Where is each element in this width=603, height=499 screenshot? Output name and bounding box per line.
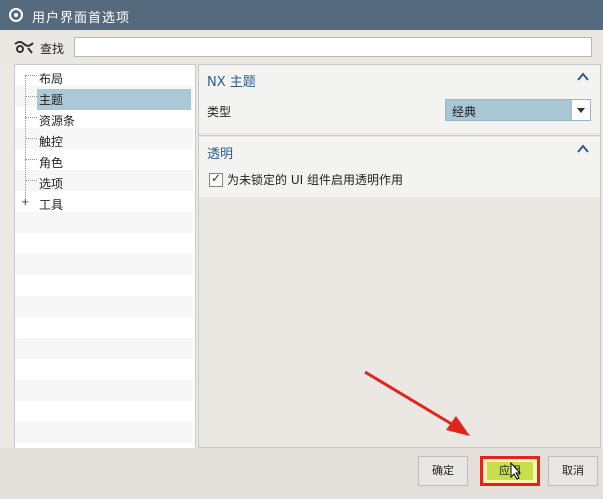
tree-row-bg bbox=[15, 275, 193, 296]
settings-panel: NX 主题 类型 经典 透明 ✓ 为未锁定的 UI 组件启用透明作用 bbox=[198, 64, 601, 448]
search-input[interactable] bbox=[74, 37, 592, 57]
tree-connector bbox=[25, 75, 37, 76]
tree-row-bg bbox=[15, 338, 193, 359]
cancel-button[interactable]: 取消 bbox=[548, 456, 598, 486]
section-divider bbox=[199, 135, 600, 136]
tree-item-theme[interactable]: 主题 bbox=[15, 88, 193, 110]
title-bar: 用户界面首选项 bbox=[0, 0, 603, 30]
ok-button[interactable]: 确定 bbox=[418, 456, 468, 486]
category-tree: 布局 主题 资源条 触控 角色 选项 + 工具 bbox=[14, 64, 196, 450]
tree-row-bg bbox=[15, 359, 193, 380]
chevron-up-icon[interactable] bbox=[576, 71, 590, 83]
tree-connector bbox=[25, 96, 37, 97]
section-body-transparency: ✓ 为未锁定的 UI 组件启用透明作用 bbox=[199, 165, 600, 197]
theme-type-value: 经典 bbox=[452, 105, 477, 119]
tree-item-options[interactable]: 选项 bbox=[15, 172, 193, 193]
tree-row-bg bbox=[15, 254, 193, 275]
tree-item-label: 布局 bbox=[39, 72, 64, 86]
tree-row-bg bbox=[15, 317, 193, 338]
window-title: 用户界面首选项 bbox=[32, 11, 131, 26]
search-icon bbox=[14, 41, 34, 54]
tree-item-label: 选项 bbox=[39, 177, 64, 191]
expand-icon[interactable]: + bbox=[21, 197, 29, 208]
mouse-cursor-icon bbox=[510, 462, 522, 480]
tree-row-bg bbox=[15, 401, 193, 422]
tree-item-layout[interactable]: 布局 bbox=[15, 67, 193, 88]
tree-row-bg bbox=[15, 380, 193, 401]
type-label: 类型 bbox=[207, 105, 232, 119]
theme-type-select[interactable]: 经典 bbox=[445, 99, 591, 121]
tree-item-touch[interactable]: 触控 bbox=[15, 130, 193, 151]
tree-item-label: 资源条 bbox=[39, 114, 76, 128]
tree-item-resource-bar[interactable]: 资源条 bbox=[15, 109, 193, 130]
search-bar: 查找 bbox=[0, 30, 603, 64]
tree-connector bbox=[25, 180, 37, 181]
section-title: NX 主题 bbox=[207, 75, 256, 90]
tree-row-bg bbox=[15, 212, 193, 233]
tree-connector bbox=[25, 117, 37, 118]
dropdown-arrow bbox=[577, 108, 585, 113]
tree-item-label: 主题 bbox=[37, 89, 191, 110]
transparency-checkbox-label: 为未锁定的 UI 组件启用透明作用 bbox=[227, 173, 403, 187]
section-body-nx-theme: 类型 经典 bbox=[199, 93, 600, 133]
section-header-transparency[interactable]: 透明 bbox=[199, 137, 600, 165]
search-label: 查找 bbox=[40, 42, 65, 56]
chevron-down-icon[interactable] bbox=[571, 100, 590, 120]
tree-item-label: 角色 bbox=[39, 156, 64, 170]
tree-row-bg bbox=[15, 233, 193, 254]
transparency-checkbox[interactable]: ✓ bbox=[209, 171, 223, 187]
tree-row-bg bbox=[15, 296, 193, 317]
tree-row-bg bbox=[15, 422, 193, 443]
tree-item-label: 工具 bbox=[39, 198, 64, 212]
chevron-up-icon[interactable] bbox=[576, 143, 590, 155]
tree-item-tools[interactable]: + 工具 bbox=[15, 193, 193, 214]
checkmark-icon: ✓ bbox=[211, 171, 222, 185]
tree-connector bbox=[25, 159, 37, 160]
tree-item-label: 触控 bbox=[39, 135, 64, 149]
section-header-nx-theme[interactable]: NX 主题 bbox=[199, 65, 600, 93]
tree-connector bbox=[25, 138, 37, 139]
tree-item-role[interactable]: 角色 bbox=[15, 151, 193, 172]
section-title: 透明 bbox=[207, 147, 234, 162]
gear-icon bbox=[9, 8, 23, 22]
